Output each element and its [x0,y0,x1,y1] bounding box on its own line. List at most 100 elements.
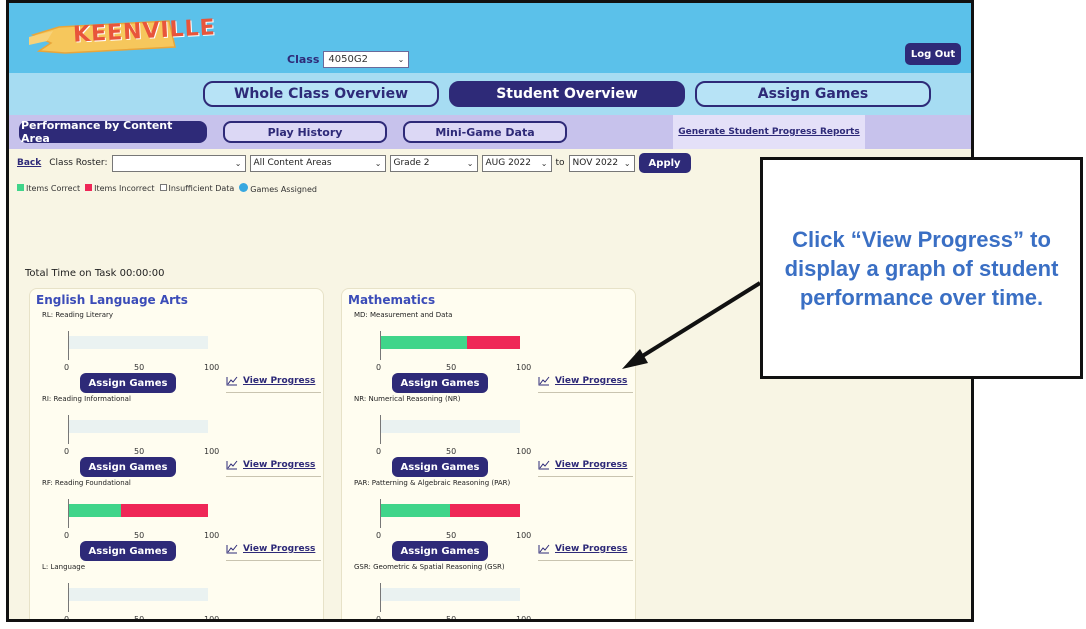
assign-games-button[interactable]: Assign Games [80,373,176,393]
chevron-down-icon: ⌄ [374,158,382,168]
assign-games-button[interactable]: Assign Games [80,541,176,561]
date-range-to-label: to [555,158,565,168]
from-date-value: AUG 2022 [485,158,531,168]
legend-games-assigned: Games Assigned [239,183,317,194]
line-chart-icon [538,376,550,386]
assign-games-button[interactable]: Assign Games [392,373,488,393]
content-area-value: All Content Areas [253,158,332,168]
section-divider [226,560,321,561]
bar-track [380,420,520,433]
bar-axis [68,499,69,528]
generate-reports-link[interactable]: Generate Student Progress Reports [673,115,865,149]
chevron-down-icon: ⌄ [466,158,474,168]
top-header: KEENVILLE Class 4050G2 ⌄ Log Out [9,3,971,73]
class-label: Class [287,53,320,66]
axis-tick-label: 100 [516,531,532,540]
section-divider [538,392,633,393]
view-progress-label: View Progress [555,544,628,554]
axis-tick-label: 100 [516,615,532,622]
axis-tick-label: 100 [516,363,532,372]
from-date-select[interactable]: AUG 2022 ⌄ [481,154,552,172]
content-area-section: RI: Reading Informational 0 50 100 Assign Ga… [30,395,325,479]
games-assigned-dot-icon [239,183,249,192]
to-date-select[interactable]: NOV 2022 ⌄ [568,154,635,172]
line-chart-icon [538,460,550,470]
items-incorrect-bar [450,504,520,517]
section-label: RI: Reading Informational [42,395,131,403]
panel-mathematics: Mathematics MD: Measurement and Data 0 50 1… [341,288,637,622]
legend-incorrect: Items Incorrect [85,184,155,193]
subtab-performance-by-content-area[interactable]: Performance by Content Area [19,119,207,145]
tab-whole-class-overview[interactable]: Whole Class Overview [203,81,439,107]
axis-tick-label: 100 [516,447,532,456]
bar-track [68,336,208,349]
axis-tick-label: 0 [376,363,382,372]
line-chart-icon [226,376,238,386]
bar-axis [380,499,381,528]
view-progress-link[interactable]: View Progress [226,544,315,554]
view-progress-label: View Progress [243,376,316,386]
axis-tick-label: 100 [204,447,220,456]
grade-select[interactable]: Grade 2 ⌄ [389,154,478,172]
view-progress-link[interactable]: View Progress [538,376,627,386]
legend-incorrect-label: Items Incorrect [94,184,155,193]
panel-english-language-arts: English Language Arts RL: Reading Litera… [29,288,325,622]
section-divider [538,476,633,477]
content-area-section: GSR: Geometric & Spatial Reasoning (GSR)… [342,563,637,622]
section-label: GSR: Geometric & Spatial Reasoning (GSR) [354,563,505,571]
section-label: RF: Reading Foundational [42,479,131,487]
axis-tick-label: 50 [446,615,457,622]
chevron-down-icon: ⌄ [397,55,405,64]
section-divider [538,560,633,561]
tab-student-overview[interactable]: Student Overview [449,81,685,107]
items-incorrect-bar [467,336,520,349]
items-incorrect-bar [121,504,208,517]
axis-tick-label: 100 [204,531,220,540]
view-progress-label: View Progress [243,460,316,470]
subtab-mini-game-data[interactable]: Mini-Game Data [403,121,567,143]
section-label: RL: Reading Literary [42,311,114,319]
bar-axis [380,415,381,444]
class-roster-select[interactable]: ⌄ [111,154,246,172]
to-date-value: NOV 2022 [572,158,619,168]
apply-button[interactable]: Apply [638,153,691,173]
content-area-section: PAR: Patterning & Algebraic Reasoning (P… [342,479,637,563]
back-link[interactable]: Back [17,158,41,168]
view-progress-link[interactable]: View Progress [538,460,627,470]
view-progress-link[interactable]: View Progress [538,544,627,554]
main-tab-bar: Whole Class Overview Student Overview As… [9,73,971,115]
view-progress-label: View Progress [243,544,316,554]
bar-track [68,588,208,601]
subtab-play-history[interactable]: Play History [223,121,387,143]
view-progress-label: View Progress [555,376,628,386]
logout-button[interactable]: Log Out [905,43,961,65]
legend-insufficient-label: Insufficient Data [168,184,235,193]
content-area-section: NR: Numerical Reasoning (NR) 0 50 100 Assign… [342,395,637,479]
view-progress-label: View Progress [555,460,628,470]
correct-swatch-icon [17,184,24,191]
assign-games-button[interactable]: Assign Games [80,457,176,477]
chevron-down-icon: ⌄ [234,158,242,168]
axis-tick-label: 50 [446,447,457,456]
bar-track [380,588,520,601]
axis-tick-label: 100 [204,615,220,622]
line-chart-icon [226,544,238,554]
class-select[interactable]: 4050G2 ⌄ [323,51,410,68]
class-roster-label: Class Roster: [49,158,108,168]
bar-axis [68,331,69,360]
items-correct-bar [68,504,121,517]
content-area-select[interactable]: All Content Areas ⌄ [249,154,386,172]
bar-axis [68,415,69,444]
chart-legend: Items Correct Items Incorrect Insufficie… [17,183,317,194]
view-progress-link[interactable]: View Progress [226,460,315,470]
assign-games-button[interactable]: Assign Games [392,541,488,561]
tab-assign-games[interactable]: Assign Games [695,81,931,107]
view-progress-link[interactable]: View Progress [226,376,315,386]
section-label: PAR: Patterning & Algebraic Reasoning (P… [354,479,511,487]
content-area-section: L: Language050100Assign GamesView Progre… [30,563,325,622]
incorrect-swatch-icon [85,184,93,191]
assign-games-button[interactable]: Assign Games [392,457,488,477]
axis-tick-label: 0 [64,531,70,540]
class-selector-group: Class 4050G2 ⌄ [287,51,410,68]
panel-title: English Language Arts [36,293,188,307]
